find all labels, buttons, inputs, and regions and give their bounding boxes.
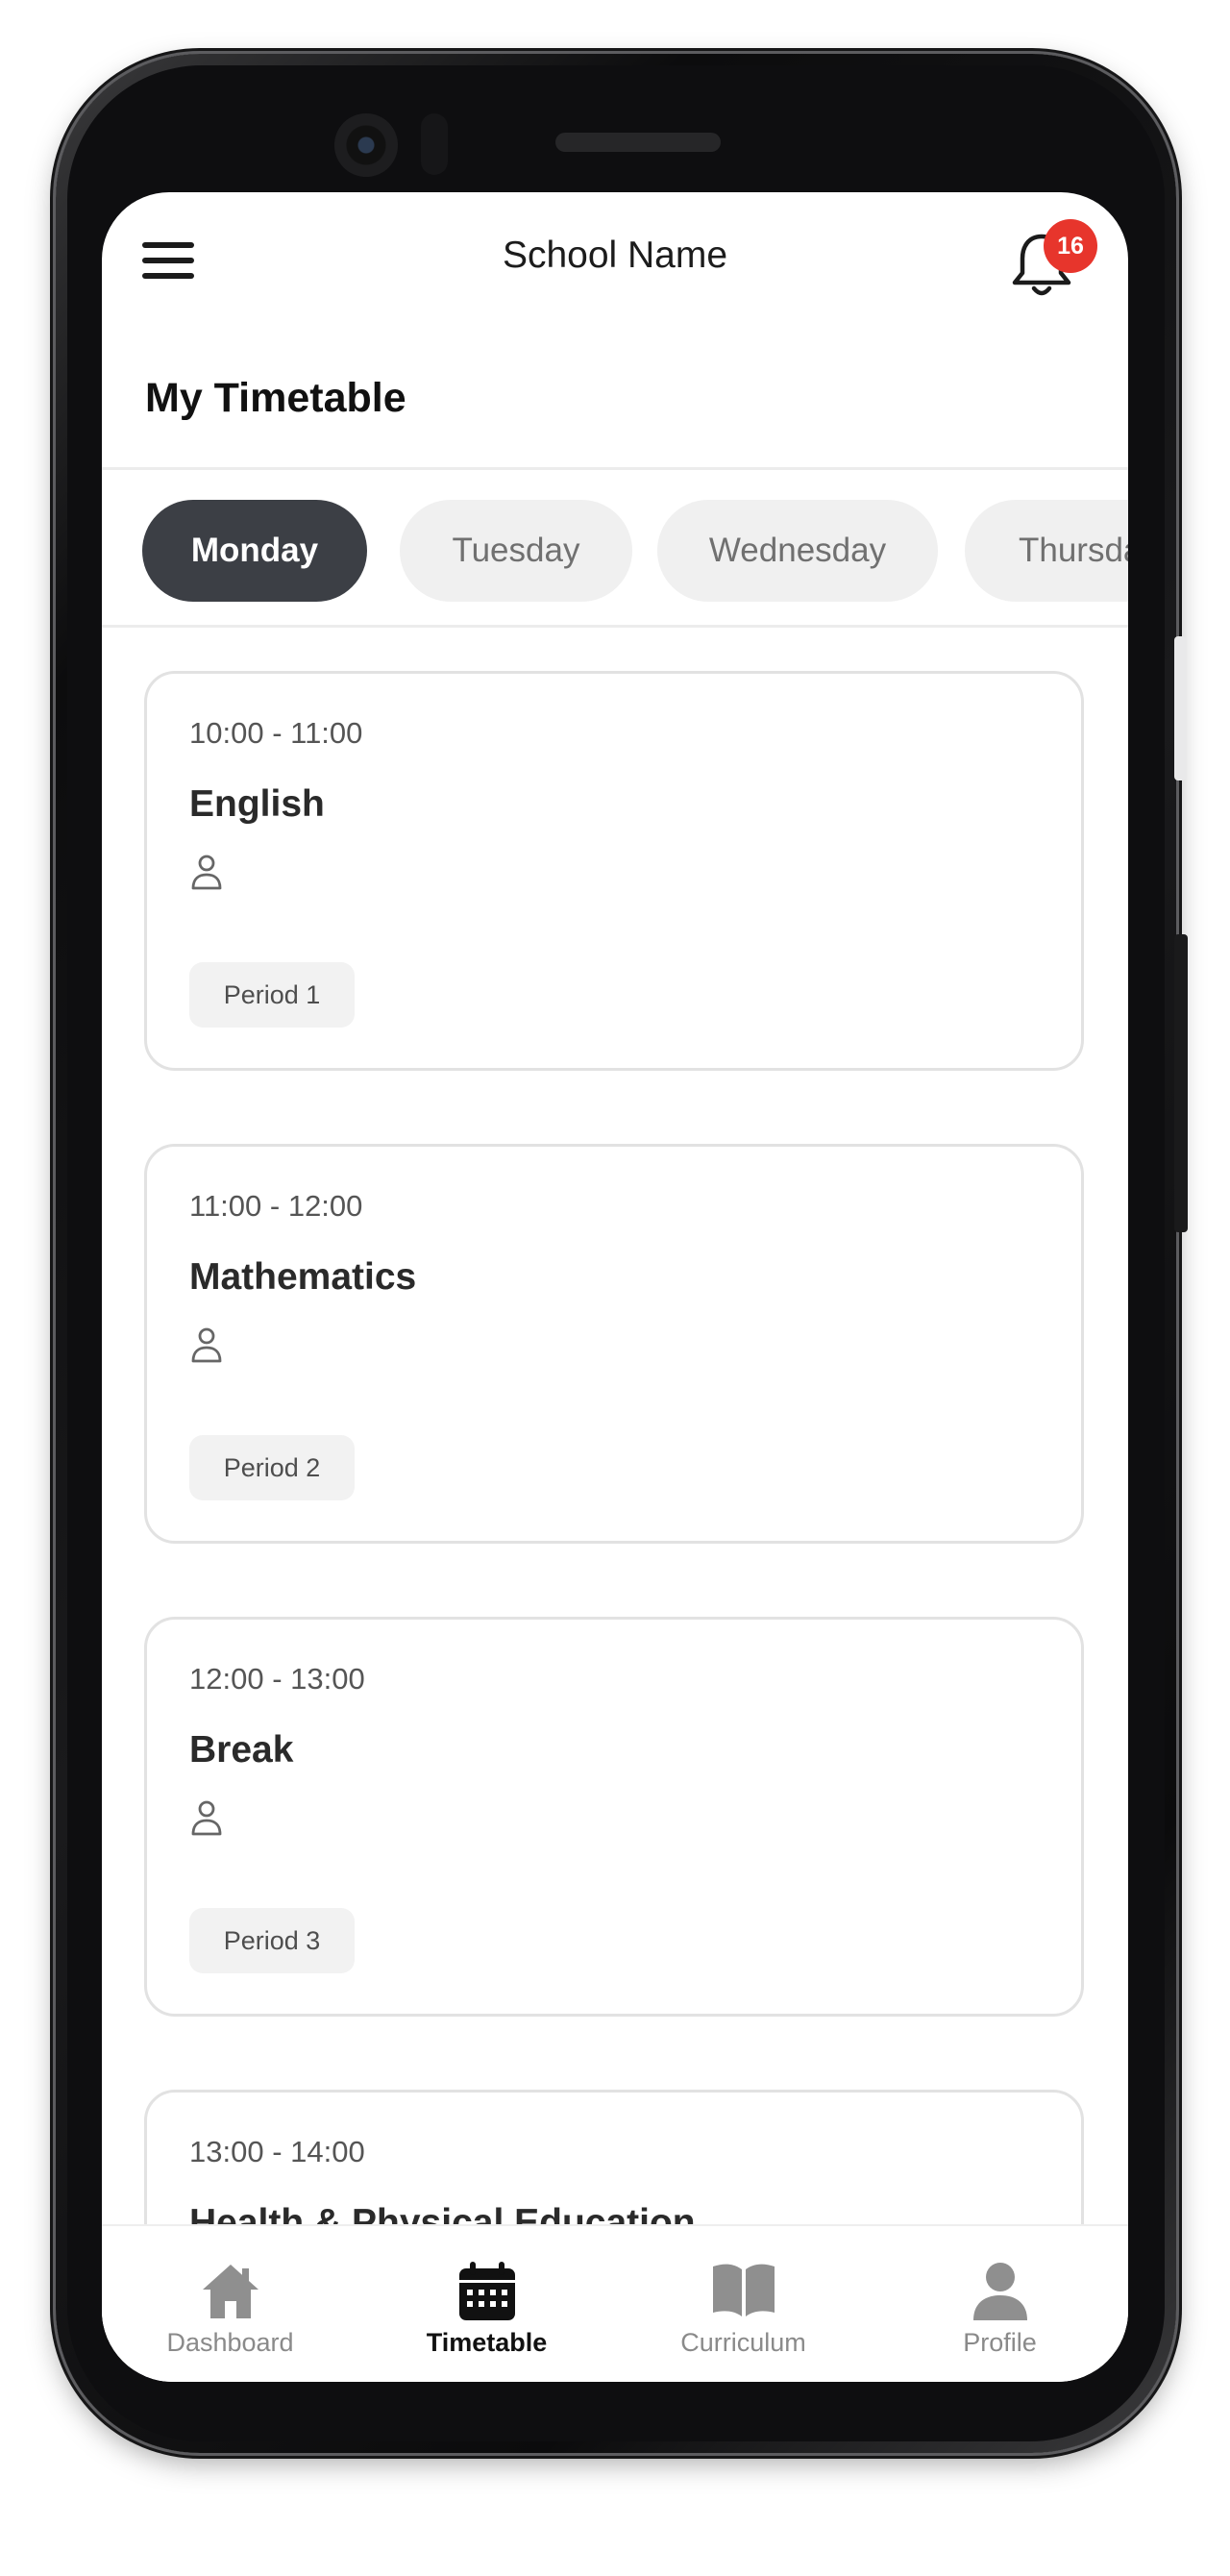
app-header: School Name 16 [102,192,1128,327]
nav-profile[interactable]: Profile [872,2226,1128,2382]
lesson-time: 12:00 - 13:00 [189,1662,365,1696]
app-screen: School Name 16 My Timetable Monday Tuesd… [102,192,1128,2382]
home-icon [202,2265,258,2318]
camera-icon [334,113,398,177]
phone-power-button [1174,934,1188,1232]
lesson-subject: Break [189,1729,294,1771]
nav-timetable[interactable]: Timetable [358,2226,615,2382]
tab-wednesday[interactable]: Wednesday [657,500,938,602]
nav-curriculum[interactable]: Curriculum [615,2226,872,2382]
nav-label: Curriculum [680,2328,806,2357]
period-badge: Period 2 [189,1435,355,1500]
lesson-time: 10:00 - 11:00 [189,716,363,750]
calendar-icon [458,2262,515,2320]
tab-monday[interactable]: Monday [142,500,367,602]
app-title: School Name [502,235,728,276]
teacher-icon [191,855,222,890]
user-icon [972,2263,1027,2320]
divider [102,467,1128,470]
earpiece-speaker [555,133,721,152]
lesson-card[interactable]: 11:00 - 12:00 Mathematics Period 2 [144,1144,1084,1544]
teacher-icon [191,1800,222,1836]
page-title: My Timetable [145,375,406,421]
lesson-time: 11:00 - 12:00 [189,1189,363,1223]
nav-label: Profile [963,2328,1037,2357]
teacher-icon [191,1327,222,1363]
lesson-subject: Mathematics [189,1256,417,1298]
phone-side-button [1174,636,1186,780]
notification-badge: 16 [1044,219,1097,273]
lesson-time: 13:00 - 14:00 [189,2135,365,2168]
period-badge: Period 1 [189,962,355,1028]
sensor [421,113,448,175]
nav-label: Dashboard [166,2328,294,2357]
nav-dashboard[interactable]: Dashboard [102,2226,358,2382]
period-badge: Period 3 [189,1908,355,1973]
divider [102,625,1128,628]
tab-tuesday[interactable]: Tuesday [400,500,632,602]
lesson-card[interactable]: 10:00 - 11:00 English Period 1 [144,671,1084,1071]
lesson-card[interactable]: 12:00 - 13:00 Break Period 3 [144,1617,1084,2017]
book-icon [712,2264,775,2316]
nav-label: Timetable [426,2328,548,2357]
tab-thursday[interactable]: Thursda [965,500,1128,602]
lesson-subject: English [189,783,325,825]
bottom-navigation: Dashboard Timetable Curriculum Profile [102,2224,1128,2382]
